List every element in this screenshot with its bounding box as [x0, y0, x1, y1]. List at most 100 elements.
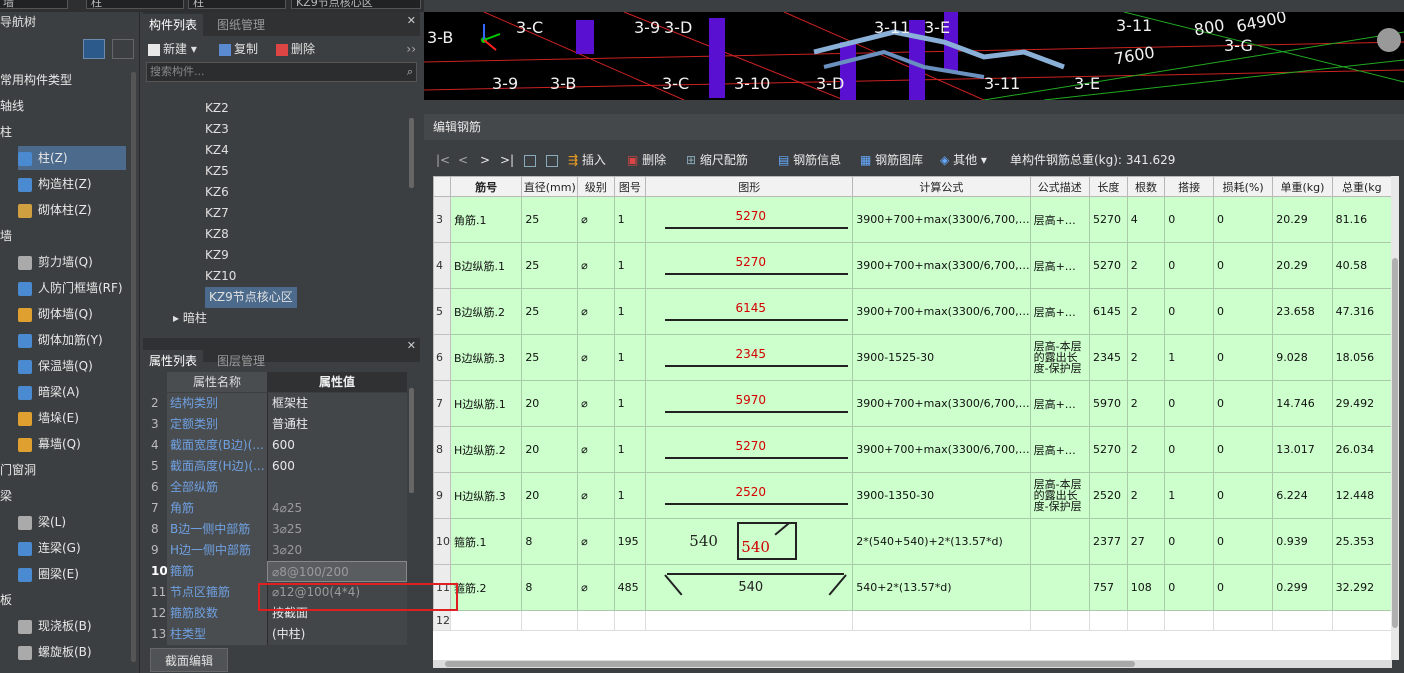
cell-unit[interactable]: 0.939 [1272, 518, 1333, 565]
cell-formula[interactable]: 540+2*(13.57*d) [852, 564, 1031, 611]
cell-fig[interactable]: 1 [613, 288, 647, 335]
cell-grade[interactable]: ⌀ [577, 380, 615, 427]
column-header[interactable]: 图形 [645, 176, 854, 197]
property-value[interactable]: (中柱) [267, 624, 407, 645]
cell-lap[interactable]: 0 [1164, 426, 1215, 473]
property-value[interactable]: 600 [267, 435, 407, 456]
cell-shape[interactable]: 2520 [645, 472, 854, 519]
cell-name[interactable]: 箍筋.1 [449, 518, 523, 565]
cell-d[interactable]: 25 [521, 242, 579, 289]
column-header[interactable]: 公式描述 [1029, 176, 1091, 197]
cell-total[interactable]: 12.448 [1331, 472, 1392, 519]
property-value[interactable]: 普通柱 [267, 414, 407, 435]
cell-shape[interactable]: 5270 [645, 196, 854, 243]
column-header[interactable]: 总重(kg [1331, 176, 1392, 197]
cell-unit[interactable]: 23.658 [1272, 288, 1333, 335]
cell-loss[interactable]: 0 [1213, 196, 1274, 243]
tab-properties[interactable]: 属性列表 [143, 350, 204, 372]
cell-lap[interactable]: 0 [1164, 380, 1215, 427]
empty-cell[interactable] [852, 610, 1031, 631]
nav-item[interactable]: 常用构件类型 [0, 68, 130, 92]
cell-loss[interactable]: 0 [1213, 334, 1274, 381]
insert-button[interactable]: ⇶ 插入 [568, 148, 606, 172]
move-up-icon[interactable] [524, 148, 536, 172]
row-index[interactable]: 7 [433, 380, 451, 427]
cell-len[interactable]: 5270 [1089, 242, 1128, 289]
property-value[interactable]: 3⌀20 [267, 540, 407, 561]
cell-cnt[interactable]: 2 [1126, 288, 1166, 335]
cell-cnt[interactable]: 2 [1126, 426, 1166, 473]
search-input[interactable]: 搜索构件... ⌕ [146, 62, 417, 82]
other-button[interactable]: ◈ 其他 ▾ [940, 148, 987, 172]
cell-name[interactable]: B边纵筋.2 [449, 288, 523, 335]
scale-rebar-button[interactable]: ⊞ 缩尺配筋 [686, 148, 748, 172]
cell-d[interactable]: 20 [521, 380, 579, 427]
nav-item[interactable]: 柱(Z) [18, 146, 126, 170]
property-row[interactable]: 6 全部纵筋 [143, 477, 407, 498]
nav-item[interactable]: 墙垛(E) [18, 406, 148, 430]
next-button[interactable]: > [480, 148, 490, 172]
cell-d[interactable]: 25 [521, 334, 579, 381]
cell-desc[interactable]: 层高+… [1029, 380, 1091, 427]
cell-fig[interactable]: 1 [613, 334, 647, 381]
cell-desc[interactable]: 层高+… [1029, 196, 1091, 243]
cell-lap[interactable]: 0 [1164, 564, 1215, 611]
cell-name[interactable]: 箍筋.2 [449, 564, 523, 611]
property-value[interactable]: 600 [267, 456, 407, 477]
cell-total[interactable]: 26.034 [1331, 426, 1392, 473]
cell-cnt[interactable]: 2 [1126, 242, 1166, 289]
component-item[interactable]: KZ7 [205, 203, 229, 224]
empty-cell[interactable] [645, 610, 854, 631]
cell-grade[interactable]: ⌀ [577, 288, 615, 335]
top-field-2[interactable]: 柱 [86, 0, 184, 9]
cell-len[interactable]: 2345 [1089, 334, 1128, 381]
nav-item[interactable]: 轴线 [0, 94, 130, 118]
tree-scrollbar[interactable] [409, 118, 414, 188]
cell-shape[interactable]: 540 [645, 564, 854, 611]
property-row[interactable]: 4 截面宽度(B边)(... 600 [143, 435, 407, 456]
cell-lap[interactable]: 0 [1164, 196, 1215, 243]
component-item[interactable]: KZ9 [205, 245, 229, 266]
empty-cell[interactable] [1272, 610, 1333, 631]
property-value[interactable]: 3⌀25 [267, 519, 407, 540]
delete-row-button[interactable]: ▣ 删除 [627, 148, 666, 172]
cell-cnt[interactable]: 108 [1126, 564, 1166, 611]
row-index[interactable]: 3 [433, 196, 451, 243]
table-row[interactable]: 5 B边纵筋.2 25 ⌀ 1 6145 3900+700+max(3300/6,700,…… [433, 288, 1392, 335]
cell-fig[interactable]: 1 [613, 472, 647, 519]
nav-item[interactable]: 螺旋板(B) [18, 640, 148, 664]
property-row[interactable]: 2 结构类别 框架柱 [143, 393, 407, 414]
cell-unit[interactable]: 6.224 [1272, 472, 1333, 519]
component-item[interactable]: KZ8 [205, 224, 229, 245]
cell-grade[interactable]: ⌀ [577, 564, 615, 611]
component-item[interactable]: KZ6 [205, 182, 229, 203]
cell-desc[interactable]: 层高+… [1029, 242, 1091, 289]
cell-lap[interactable]: 1 [1164, 334, 1215, 381]
cell-total[interactable]: 25.353 [1331, 518, 1392, 565]
empty-cell[interactable] [1089, 610, 1128, 631]
cell-loss[interactable]: 0 [1213, 564, 1274, 611]
close-icon[interactable]: ✕ [407, 339, 416, 352]
cell-formula[interactable]: 3900-1525-30 [852, 334, 1031, 381]
cell-desc[interactable]: 层高+… [1029, 288, 1091, 335]
column-header[interactable]: 长度 [1089, 176, 1128, 197]
property-row[interactable]: 3 定额类别 普通柱 [143, 414, 407, 435]
cell-shape[interactable]: 540 540 [645, 518, 854, 565]
table-row[interactable]: 6 B边纵筋.3 25 ⌀ 1 2345 3900-1525-30 层高-本层的露出长度-保护… [433, 334, 1392, 381]
table-row[interactable]: 9 H边纵筋.3 20 ⌀ 1 2520 3900-1350-30 层高-本层的露出长度-保护… [433, 472, 1392, 519]
cell-lap[interactable]: 0 [1164, 242, 1215, 289]
nav-item[interactable]: 现浇板(B) [18, 614, 148, 638]
cell-unit[interactable]: 0.299 [1272, 564, 1333, 611]
copy-button[interactable]: 复制 [219, 36, 258, 62]
move-down-icon[interactable] [546, 148, 558, 172]
component-group[interactable]: ▸ 暗柱 [173, 308, 207, 329]
cell-grade[interactable]: ⌀ [577, 196, 615, 243]
cell-shape[interactable]: 5970 [645, 380, 854, 427]
cell-loss[interactable]: 0 [1213, 380, 1274, 427]
empty-cell[interactable] [1331, 610, 1392, 631]
property-value[interactable]: 框架柱 [267, 393, 407, 414]
nav-item[interactable]: 砌体柱(Z) [18, 198, 148, 222]
cell-loss[interactable]: 0 [1213, 242, 1274, 289]
table-hscrollbar[interactable] [433, 660, 1392, 668]
grid-view-icon[interactable] [112, 39, 134, 59]
